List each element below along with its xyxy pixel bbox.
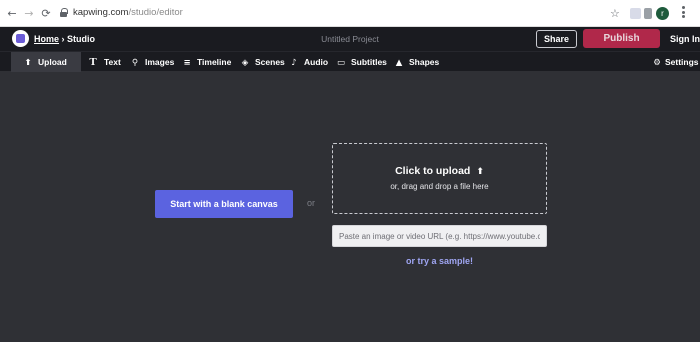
forward-icon[interactable]: → <box>23 8 35 20</box>
subtitles-icon: ▭ <box>336 58 346 68</box>
tab-upload[interactable]: ⬆ Upload <box>11 52 81 72</box>
upload-arrow-icon: ⬆ <box>476 167 484 177</box>
tab-shapes[interactable]: ▲ Shapes <box>394 52 440 72</box>
upload-dropzone[interactable]: Click to upload ⬆ or, drag and drop a fil… <box>332 143 547 214</box>
sign-in-link[interactable]: Sign In <box>670 34 700 44</box>
address-bar[interactable]: kapwing.com/studio/editor <box>60 7 620 22</box>
search-icon: ⚲ <box>131 58 139 68</box>
text-icon: T <box>89 56 97 68</box>
editor-toolbar: ⬆ Upload T Text ⚲ Images ≡ Timeline ◈ Scenes … <box>0 51 700 72</box>
layers-icon: ◈ <box>241 58 249 68</box>
tab-images[interactable]: ⚲ Images <box>130 52 174 72</box>
project-title[interactable]: Untitled Project <box>290 34 410 44</box>
url-text: kapwing.com/studio/editor <box>73 7 183 18</box>
gear-icon: ⚙ <box>653 58 661 68</box>
breadcrumb-current: Studio <box>67 34 96 44</box>
profile-avatar[interactable]: r <box>656 7 669 20</box>
browser-toolbar: ← → ⟳ kapwing.com/studio/editor ☆ r <box>0 0 700 27</box>
timeline-icon: ≡ <box>183 58 191 68</box>
tab-audio[interactable]: ♪ Audio <box>289 52 328 72</box>
kapwing-logo[interactable] <box>12 30 29 47</box>
app-header: Home › Studio Untitled Project Share Pub… <box>0 27 700 51</box>
settings-button[interactable]: ⚙ Settings <box>652 52 698 72</box>
breadcrumb-separator: › <box>61 34 65 44</box>
blank-canvas-button[interactable]: Start with a blank canvas <box>155 190 293 218</box>
breadcrumb: Home › Studio <box>34 33 95 45</box>
extension-list-icon[interactable] <box>644 8 652 19</box>
upload-icon: ⬆ <box>24 58 32 68</box>
browser-menu-icon[interactable] <box>682 6 685 20</box>
or-divider: or <box>307 198 316 208</box>
lock-icon <box>60 8 68 17</box>
tab-timeline[interactable]: ≡ Timeline <box>182 52 231 72</box>
tab-text[interactable]: T Text <box>87 52 121 72</box>
reload-icon[interactable]: ⟳ <box>40 8 52 20</box>
share-button[interactable]: Share <box>536 30 577 48</box>
tab-scenes[interactable]: ◈ Scenes <box>240 52 285 72</box>
breadcrumb-home-link[interactable]: Home <box>34 34 59 44</box>
shapes-icon: ▲ <box>395 58 403 68</box>
back-icon[interactable]: ← <box>6 8 18 20</box>
bookmark-star-icon[interactable]: ☆ <box>610 7 620 20</box>
tab-subtitles[interactable]: ▭ Subtitles <box>336 52 387 72</box>
upload-title: Click to upload ⬆ <box>395 165 484 177</box>
music-note-icon: ♪ <box>291 58 297 68</box>
media-url-input[interactable] <box>332 225 547 247</box>
upload-subtitle: or, drag and drop a file here <box>390 182 489 191</box>
extension-icon[interactable] <box>630 8 641 19</box>
try-sample-link[interactable]: or try a sample! <box>332 256 547 266</box>
publish-button[interactable]: Publish <box>583 29 660 48</box>
